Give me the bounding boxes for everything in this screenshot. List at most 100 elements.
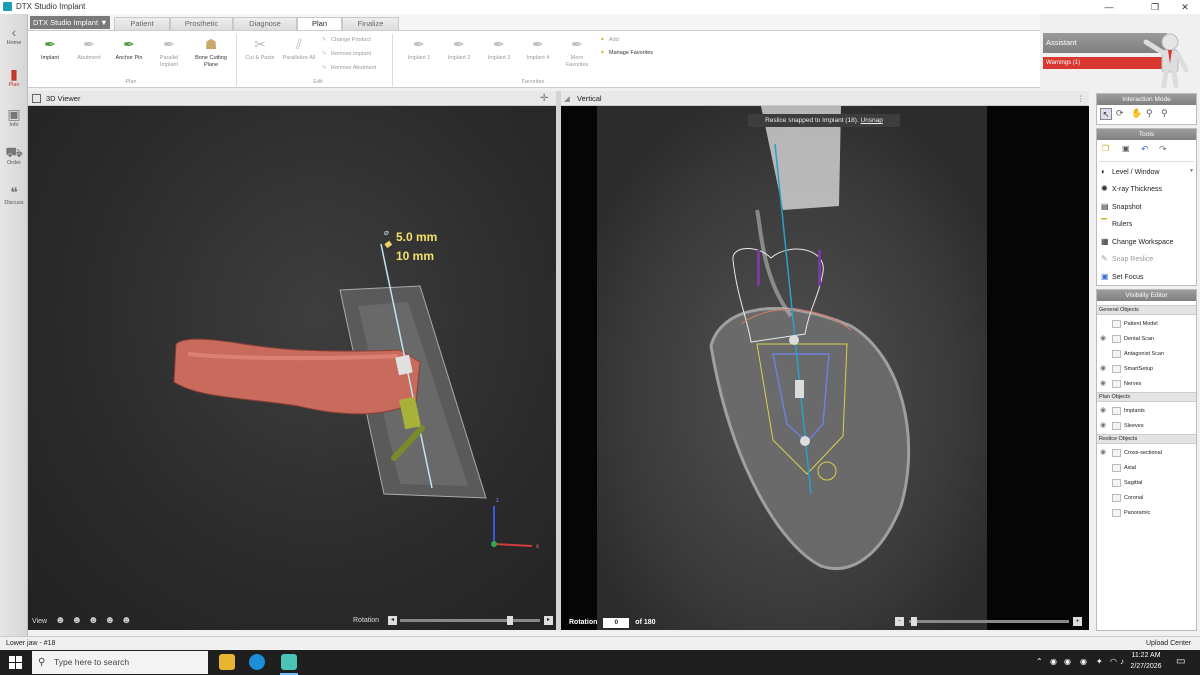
maximize-view-icon[interactable]: ✛: [540, 91, 548, 106]
implant-apex-handle[interactable]: [800, 436, 810, 446]
maximize-button[interactable]: ❐: [1142, 0, 1168, 14]
tab-patient[interactable]: Patient: [114, 17, 170, 30]
visibility-eye-icon[interactable]: ◉: [1100, 362, 1110, 376]
tool-rulers[interactable]: ▔ Rulers: [1101, 219, 1132, 228]
abutment-button[interactable]: ✒ Abutment: [72, 36, 106, 62]
visibility-row[interactable]: Axial: [1097, 461, 1196, 475]
parallelize-all-button[interactable]: ⫽ Parallelize All: [280, 36, 318, 62]
tab-plan[interactable]: Plan: [297, 17, 342, 31]
vertical-reslice-viewer[interactable]: Rotation 0 of 180 - +: [561, 106, 1089, 630]
level-window-expand-icon[interactable]: ▼: [1189, 168, 1194, 174]
favorite-implant-4-button[interactable]: ✒ Implant 4: [519, 36, 557, 62]
visibility-eye-icon[interactable]: ◉: [1100, 446, 1110, 460]
visibility-row[interactable]: ◉ Nerves: [1097, 377, 1196, 391]
windows-start-icon[interactable]: [9, 656, 22, 669]
zoom-mode-icon[interactable]: ⚲: [1146, 108, 1153, 119]
save-icon[interactable]: ▣: [1122, 144, 1130, 153]
pointer-mode-icon[interactable]: ↖: [1100, 108, 1112, 120]
tab-diagnose[interactable]: Diagnose: [233, 17, 297, 30]
visibility-row[interactable]: Panoramic: [1097, 506, 1196, 520]
view-options-icon[interactable]: ⋮: [1077, 91, 1085, 106]
skull-bottom-view-icon[interactable]: ☻: [121, 615, 132, 626]
rotation-value-input[interactable]: 0: [603, 618, 630, 628]
skull-left-view-icon[interactable]: ☻: [71, 615, 82, 626]
nav-info[interactable]: ▣ Info: [0, 106, 28, 128]
visibility-eye-icon[interactable]: ◉: [1100, 404, 1110, 418]
taskbar-clock-time[interactable]: 11:22 AM: [1128, 652, 1164, 659]
tool-level-window[interactable]: ◐ Level / Window: [1101, 167, 1159, 176]
skull-top-view-icon[interactable]: ☻: [104, 615, 115, 626]
tray-dropbox-icon[interactable]: ✦: [1096, 657, 1103, 666]
change-product-button[interactable]: ✎ Change Product: [322, 37, 371, 43]
slice-plus-button[interactable]: +: [1073, 617, 1082, 626]
cut-paste-button[interactable]: ✂ Cut & Paste: [242, 36, 278, 62]
tool-xray-thickness[interactable]: ✺ X-ray Thickness: [1101, 184, 1162, 193]
more-favorites-button[interactable]: ✒ More Favorites: [559, 36, 595, 68]
tray-network-icon[interactable]: ◉: [1064, 657, 1071, 666]
visibility-row[interactable]: ◉ Sleeves: [1097, 419, 1196, 433]
add-favorite-button[interactable]: ✦ Add: [600, 37, 619, 43]
close-button[interactable]: ✕: [1172, 0, 1198, 14]
slice-slider-thumb[interactable]: [911, 617, 917, 626]
tool-snapshot[interactable]: ▤ Snapshot: [1101, 202, 1142, 211]
favorite-implant-1-button[interactable]: ✒ Implant 1: [400, 36, 438, 62]
visibility-eye-icon[interactable]: ◉: [1100, 377, 1110, 391]
tray-app-icon[interactable]: ◉: [1050, 657, 1057, 666]
undo-icon[interactable]: ↶: [1141, 144, 1149, 155]
tray-wifi-icon[interactable]: ◠: [1110, 657, 1117, 666]
tray-volume-icon[interactable]: ◉: [1080, 657, 1087, 666]
taskbar-search-box[interactable]: ⚲ Type here to search: [32, 651, 208, 674]
open-folder-icon[interactable]: ❐: [1102, 144, 1109, 153]
rotation-right-button[interactable]: ▸: [544, 616, 553, 625]
remove-implant-button[interactable]: ✎ Remove Implant: [322, 51, 371, 57]
remove-abutment-button[interactable]: ✎ Remove Abutment: [322, 65, 376, 71]
visibility-eye-icon[interactable]: ◉: [1100, 332, 1110, 346]
visibility-eye-icon[interactable]: ◉: [1100, 419, 1110, 433]
favorite-implant-2-button[interactable]: ✒ Implant 2: [440, 36, 478, 62]
skull-front-view-icon[interactable]: ☻: [55, 615, 66, 626]
visibility-row[interactable]: ◉ Implants: [1097, 404, 1196, 418]
redo-icon[interactable]: ↷: [1159, 144, 1167, 155]
app-menu-dropdown[interactable]: DTX Studio Implant ▼: [30, 16, 110, 29]
visibility-row[interactable]: Antagonist Scan: [1097, 347, 1196, 361]
slice-minus-button[interactable]: -: [895, 617, 904, 626]
rotation-slider-3d[interactable]: [400, 616, 540, 625]
zoom-region-mode-icon[interactable]: ⚲: [1161, 108, 1168, 119]
tab-finalize[interactable]: Finalize: [342, 17, 399, 30]
visibility-row[interactable]: ◉ Cross-sectional: [1097, 446, 1196, 460]
rotate-mode-icon[interactable]: ⟳: [1116, 108, 1124, 119]
visibility-row[interactable]: Patient Model: [1097, 317, 1196, 331]
implant-top-handle[interactable]: [789, 335, 799, 345]
skull-right-view-icon[interactable]: ☻: [88, 615, 99, 626]
rotation-left-button[interactable]: ◂: [388, 616, 397, 625]
tray-speaker-icon[interactable]: ♪: [1120, 657, 1124, 666]
upload-center-link[interactable]: Upload Center: [1146, 637, 1191, 650]
unsnap-link[interactable]: Unsnap: [860, 117, 882, 124]
viewer-3d[interactable]: ⌀ 5.0 mm 10 mm z x View ☻ ☻ ☻ ☻ ☻ Rotati…: [28, 106, 556, 630]
tool-set-focus[interactable]: ▣ Set Focus: [1101, 272, 1144, 281]
tray-overflow-icon[interactable]: ⌃: [1036, 657, 1043, 666]
visibility-row[interactable]: ◉ SmartSetup: [1097, 362, 1196, 376]
nav-discuss[interactable]: ❝ Discuss: [0, 184, 28, 206]
manage-favorites-button[interactable]: ✦ Manage Favorites: [600, 50, 653, 56]
notifications-icon[interactable]: ▭: [1176, 656, 1185, 667]
visibility-row[interactable]: Coronal: [1097, 491, 1196, 505]
minimize-button[interactable]: —: [1096, 0, 1122, 14]
nav-plan[interactable]: ▮ Plan: [0, 66, 28, 88]
tool-snap-reslice[interactable]: ✎ Snap Reslice: [1101, 254, 1153, 263]
tab-prosthetic[interactable]: Prosthetic: [170, 17, 233, 30]
implant-center-handle[interactable]: [795, 380, 804, 398]
implant-button[interactable]: ✒ Implant: [34, 36, 66, 62]
nav-order[interactable]: ⛟ Order: [0, 144, 28, 166]
nav-home[interactable]: ‹ Home: [0, 24, 28, 46]
visibility-row[interactable]: ◉ Dental Scan: [1097, 332, 1196, 346]
favorite-implant-3-button[interactable]: ✒ Implant 3: [480, 36, 518, 62]
taskbar-clock-date[interactable]: 2/27/2026: [1126, 663, 1166, 670]
anchor-pin-button[interactable]: ✒ Anchor Pin: [110, 36, 148, 62]
dtx-studio-taskbar-icon[interactable]: [281, 654, 297, 670]
pan-mode-icon[interactable]: ✋: [1131, 108, 1142, 119]
visibility-row[interactable]: Sagittal: [1097, 476, 1196, 490]
rotation-slider-thumb[interactable]: [507, 616, 513, 625]
file-explorer-icon[interactable]: [219, 654, 235, 670]
bone-cutting-plane-button[interactable]: ☗ Bone Cutting Plane: [190, 36, 232, 68]
